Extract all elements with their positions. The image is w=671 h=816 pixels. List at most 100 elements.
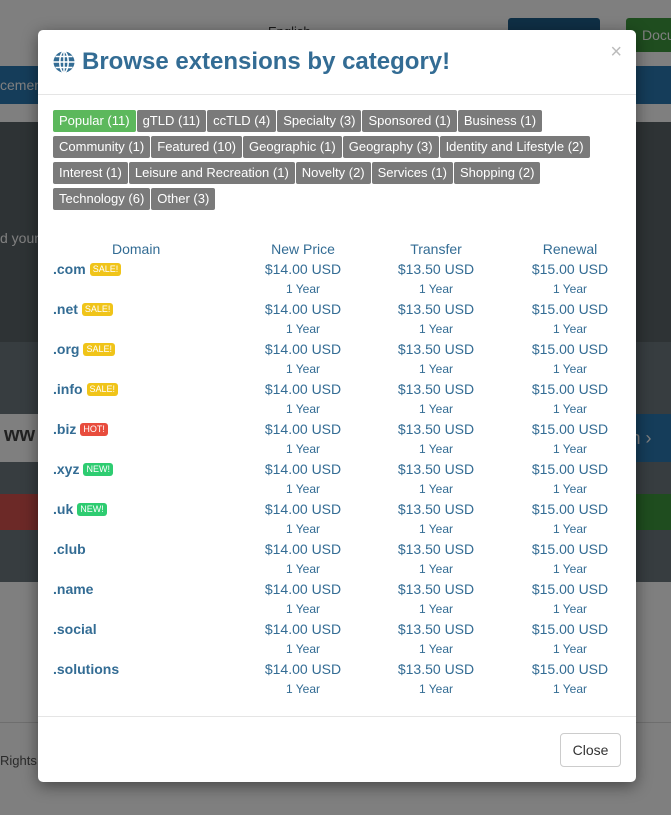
category-chip[interactable]: Featured (10) — [151, 136, 243, 158]
category-chip[interactable]: Geography (3) — [342, 136, 439, 158]
table-row: .social $14.00 USD 1 Year $13.50 USD 1 Year $… — [53, 621, 623, 661]
category-chip[interactable]: Leisure and Recreation (1) — [128, 162, 295, 184]
transfer-price: $13.50 USD — [397, 461, 475, 477]
tld-name[interactable]: .name — [53, 581, 93, 597]
new-price-term: 1 Year — [285, 602, 321, 616]
tld-name[interactable]: .org SALE! — [53, 341, 115, 357]
header-renewal: Renewal — [542, 241, 598, 257]
sale-badge: SALE! — [86, 382, 119, 396]
transfer-price: $13.50 USD — [397, 301, 475, 317]
transfer-term: 1 Year — [418, 442, 454, 456]
tld-label[interactable]: .com — [53, 261, 86, 277]
modal-title-text: Browse extensions by category! — [82, 48, 451, 75]
sale-badge: SALE! — [89, 262, 122, 276]
renewal-price: $15.00 USD — [531, 421, 609, 437]
new-price-term: 1 Year — [285, 402, 321, 416]
tld-name[interactable]: .net SALE! — [53, 301, 114, 317]
renewal-term: 1 Year — [552, 642, 588, 656]
transfer-price: $13.50 USD — [397, 421, 475, 437]
new-price: $14.00 USD — [264, 421, 342, 437]
transfer-term: 1 Year — [418, 362, 454, 376]
tld-name[interactable]: .solutions — [53, 661, 119, 677]
tld-label[interactable]: .xyz — [53, 461, 79, 477]
transfer-term: 1 Year — [418, 482, 454, 496]
category-filter-list: Popular (11) gTLD (11) ccTLD (4) Specialty … — [53, 110, 623, 214]
modal-title: Browse extensions by category! — [52, 48, 450, 76]
renewal-price: $15.00 USD — [531, 621, 609, 637]
transfer-price: $13.50 USD — [397, 261, 475, 277]
new-price: $14.00 USD — [264, 381, 342, 397]
table-row: .info SALE! $14.00 USD 1 Year $13.50 USD 1 Ye… — [53, 381, 623, 421]
header-transfer: Transfer — [410, 241, 462, 257]
renewal-term: 1 Year — [552, 602, 588, 616]
category-chip[interactable]: Business (1) — [457, 110, 543, 132]
renewal-price: $15.00 USD — [531, 261, 609, 277]
renewal-price: $15.00 USD — [531, 661, 609, 677]
renewal-price: $15.00 USD — [531, 301, 609, 317]
category-chip[interactable]: Sponsored (1) — [362, 110, 457, 132]
category-chip[interactable]: Identity and Lifestyle (2) — [439, 136, 590, 158]
category-chip[interactable]: gTLD (11) — [136, 110, 207, 132]
tld-label[interactable]: .club — [53, 541, 86, 557]
tld-name[interactable]: .social — [53, 621, 97, 637]
table-row: .solutions $14.00 USD 1 Year $13.50 USD 1 Ye… — [53, 661, 623, 701]
category-chip[interactable]: Technology (6) — [53, 188, 151, 210]
transfer-term: 1 Year — [418, 682, 454, 696]
renewal-price: $15.00 USD — [531, 341, 609, 357]
modal-footer: Close — [38, 716, 636, 782]
category-chip[interactable]: Services (1) — [371, 162, 453, 184]
hot-badge: HOT! — [80, 422, 108, 436]
tld-name[interactable]: .club — [53, 541, 86, 557]
new-price: $14.00 USD — [264, 581, 342, 597]
renewal-price: $15.00 USD — [531, 541, 609, 557]
tld-name[interactable]: .com SALE! — [53, 261, 122, 277]
category-chip[interactable]: Other (3) — [151, 188, 216, 210]
tld-name[interactable]: .uk NEW! — [53, 501, 107, 517]
category-chip[interactable]: Specialty (3) — [277, 110, 362, 132]
category-chip[interactable]: Novelty (2) — [295, 162, 371, 184]
renewal-term: 1 Year — [552, 482, 588, 496]
renewal-term: 1 Year — [552, 282, 588, 296]
transfer-price: $13.50 USD — [397, 501, 475, 517]
tld-label[interactable]: .uk — [53, 501, 73, 517]
category-chip[interactable]: Shopping (2) — [454, 162, 541, 184]
tld-label[interactable]: .biz — [53, 421, 76, 437]
category-chip[interactable]: Popular (11) — [53, 110, 136, 132]
category-chip[interactable]: Community (1) — [53, 136, 151, 158]
renewal-price: $15.00 USD — [531, 501, 609, 517]
new-price-term: 1 Year — [285, 642, 321, 656]
close-button[interactable]: Close — [560, 733, 621, 767]
transfer-price: $13.50 USD — [397, 541, 475, 557]
transfer-term: 1 Year — [418, 642, 454, 656]
tld-label[interactable]: .social — [53, 621, 97, 637]
new-price: $14.00 USD — [264, 621, 342, 637]
transfer-term: 1 Year — [418, 322, 454, 336]
pricing-table: Domain New Price Transfer Renewal .com SA… — [53, 241, 623, 701]
tld-name[interactable]: .xyz NEW! — [53, 461, 113, 477]
header-domain: Domain — [112, 241, 161, 257]
category-chip[interactable]: ccTLD (4) — [207, 110, 277, 132]
category-chip[interactable]: Interest (1) — [53, 162, 128, 184]
new-price-term: 1 Year — [285, 522, 321, 536]
new-price-term: 1 Year — [285, 362, 321, 376]
globe-icon — [53, 50, 75, 74]
tld-name[interactable]: .biz HOT! — [53, 421, 108, 437]
renewal-term: 1 Year — [552, 522, 588, 536]
tld-label[interactable]: .net — [53, 301, 78, 317]
close-icon[interactable]: × — [610, 42, 622, 62]
new-price-term: 1 Year — [285, 562, 321, 576]
tld-label[interactable]: .org — [53, 341, 79, 357]
transfer-term: 1 Year — [418, 562, 454, 576]
category-chip[interactable]: Geographic (1) — [243, 136, 342, 158]
table-row: .com SALE! $14.00 USD 1 Year $13.50 USD 1 Yea… — [53, 261, 623, 301]
renewal-term: 1 Year — [552, 682, 588, 696]
renewal-term: 1 Year — [552, 442, 588, 456]
tld-label[interactable]: .name — [53, 581, 93, 597]
transfer-price: $13.50 USD — [397, 341, 475, 357]
new-price: $14.00 USD — [264, 501, 342, 517]
tld-label[interactable]: .solutions — [53, 661, 119, 677]
tld-name[interactable]: .info SALE! — [53, 381, 119, 397]
new-badge: NEW! — [83, 462, 113, 476]
tld-label[interactable]: .info — [53, 381, 83, 397]
renewal-term: 1 Year — [552, 562, 588, 576]
